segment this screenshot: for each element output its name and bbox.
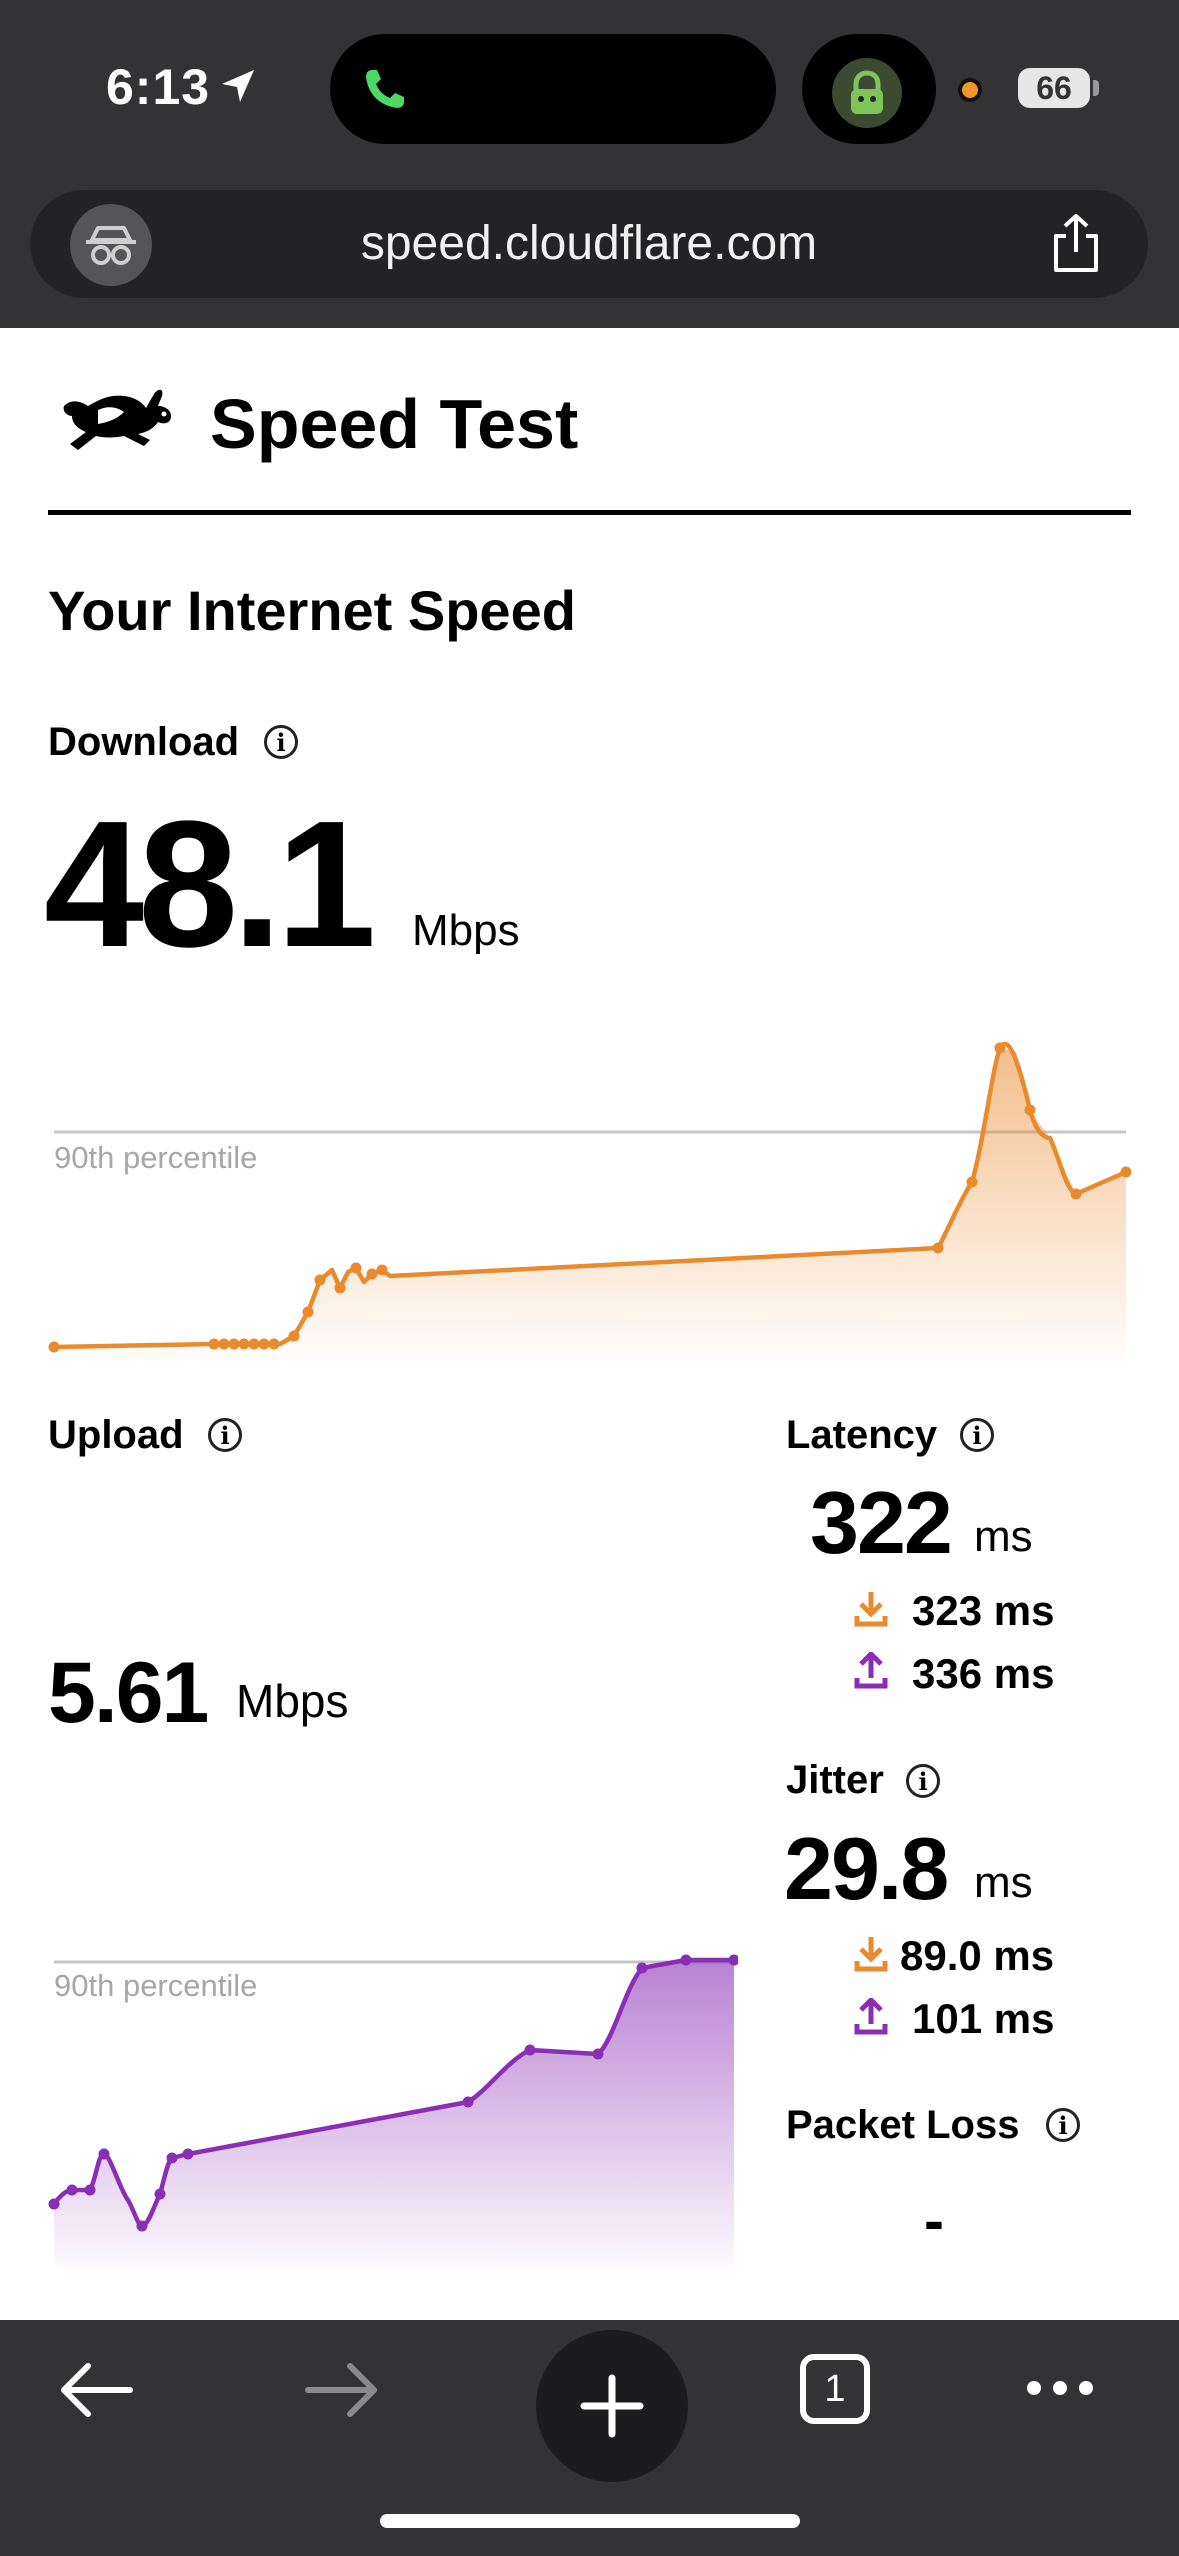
latency-download: 323 ms (912, 1587, 1055, 1634)
url-text[interactable]: speed.cloudflare.com (30, 216, 1148, 271)
download-percentile-label: 90th percentile (54, 1140, 258, 1175)
latency-label: Latency (786, 1413, 938, 1457)
latency-value: 322 (810, 1473, 953, 1572)
packet-loss-value: - (924, 2187, 944, 2254)
back-arrow-icon[interactable] (58, 2362, 134, 2418)
info-icon[interactable]: i (960, 1418, 994, 1452)
page-title: Speed Test (210, 385, 579, 463)
upload-arrow-icon (854, 1652, 888, 1689)
latency-unit: ms (974, 1512, 1033, 1561)
tabs-icon[interactable]: 1 (800, 2354, 870, 2424)
upload-label: Upload (48, 1413, 184, 1457)
forward-arrow-icon[interactable] (304, 2362, 380, 2418)
rabbit-logo-icon (63, 389, 172, 450)
jitter-label: Jitter (786, 1758, 884, 1802)
jitter-unit: ms (974, 1858, 1033, 1907)
info-icon[interactable]: i (264, 725, 298, 759)
download-arrow-icon (854, 1937, 888, 1972)
info-icon[interactable]: i (906, 1764, 940, 1798)
battery-tip (1093, 80, 1099, 96)
vpn-lock-icon (832, 58, 902, 128)
upload-unit: Mbps (236, 1675, 349, 1727)
share-icon[interactable] (1046, 212, 1106, 276)
jitter-value: 29.8 (784, 1819, 949, 1918)
jitter-download: 89.0 ms (900, 1932, 1055, 1979)
upload-value: 5.61 (48, 1645, 209, 1741)
recording-indicator (958, 78, 982, 102)
upload-percentile-label: 90th percentile (54, 1968, 258, 2003)
latency-upload: 336 ms (912, 1650, 1055, 1697)
info-icon[interactable]: i (1046, 2108, 1080, 2142)
download-arrow-icon (854, 1592, 888, 1627)
address-bar[interactable]: speed.cloudflare.com (30, 190, 1148, 298)
download-value: 48.1 (44, 784, 376, 985)
home-indicator[interactable] (380, 2514, 800, 2528)
upload-area (54, 1960, 734, 2265)
title-divider (48, 510, 1131, 515)
phone-icon (366, 70, 404, 108)
download-chart (48, 1041, 1132, 1360)
download-label: Download (48, 720, 240, 764)
new-tab-button[interactable] (536, 2330, 688, 2482)
download-area (54, 1048, 1126, 1360)
upload-arrow-icon (854, 1998, 888, 2035)
packet-loss-label: Packet Loss (786, 2103, 1020, 2147)
info-icon[interactable]: i (208, 1418, 242, 1452)
section-heading: Your Internet Speed (48, 579, 576, 642)
more-icon[interactable] (1024, 2374, 1096, 2402)
download-unit: Mbps (412, 906, 520, 955)
location-arrow-icon (222, 70, 254, 102)
jitter-upload: 101 ms (912, 1995, 1055, 2042)
plus-icon (580, 2374, 644, 2438)
status-time: 6:13 (106, 59, 211, 115)
battery-indicator: 66 (1018, 68, 1090, 108)
